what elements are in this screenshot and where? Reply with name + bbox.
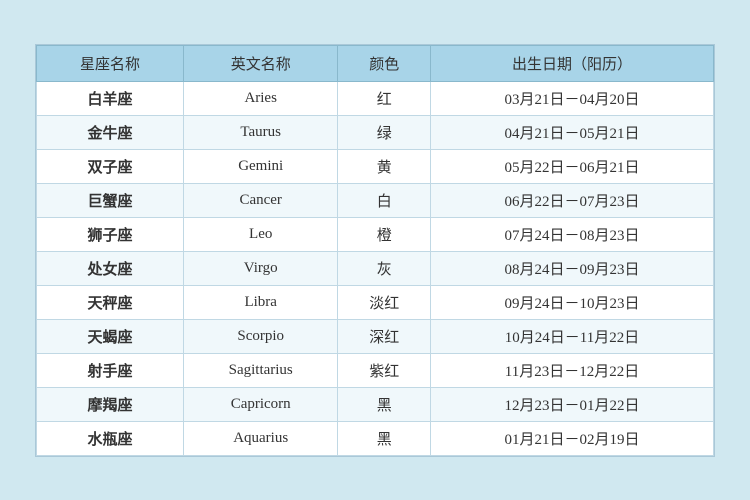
cell-color: 深红 [338, 319, 431, 353]
cell-dates: 06月22日－07月23日 [430, 183, 713, 217]
cell-english-name: Virgo [183, 251, 337, 285]
cell-color: 黑 [338, 421, 431, 455]
cell-color: 红 [338, 81, 431, 115]
cell-dates: 10月24日－11月22日 [430, 319, 713, 353]
cell-dates: 09月24日－10月23日 [430, 285, 713, 319]
cell-english-name: Cancer [183, 183, 337, 217]
table-row: 巨蟹座Cancer白06月22日－07月23日 [37, 183, 714, 217]
cell-dates: 05月22日－06月21日 [430, 149, 713, 183]
cell-color: 黑 [338, 387, 431, 421]
header-english-name: 英文名称 [183, 45, 337, 81]
table-row: 射手座Sagittarius紫红11月23日－12月22日 [37, 353, 714, 387]
cell-english-name: Sagittarius [183, 353, 337, 387]
cell-english-name: Leo [183, 217, 337, 251]
cell-chinese-name: 天秤座 [37, 285, 184, 319]
cell-color: 灰 [338, 251, 431, 285]
cell-color: 紫红 [338, 353, 431, 387]
cell-chinese-name: 狮子座 [37, 217, 184, 251]
cell-english-name: Aquarius [183, 421, 337, 455]
cell-chinese-name: 射手座 [37, 353, 184, 387]
cell-color: 黄 [338, 149, 431, 183]
cell-english-name: Libra [183, 285, 337, 319]
cell-chinese-name: 水瓶座 [37, 421, 184, 455]
cell-dates: 08月24日－09月23日 [430, 251, 713, 285]
zodiac-table: 星座名称 英文名称 颜色 出生日期（阳历） 白羊座Aries红03月21日－04… [36, 45, 714, 456]
table-row: 摩羯座Capricorn黑12月23日－01月22日 [37, 387, 714, 421]
cell-dates: 12月23日－01月22日 [430, 387, 713, 421]
cell-chinese-name: 白羊座 [37, 81, 184, 115]
cell-color: 白 [338, 183, 431, 217]
header-chinese-name: 星座名称 [37, 45, 184, 81]
table-row: 天蝎座Scorpio深红10月24日－11月22日 [37, 319, 714, 353]
table-row: 双子座Gemini黄05月22日－06月21日 [37, 149, 714, 183]
table-row: 水瓶座Aquarius黑01月21日－02月19日 [37, 421, 714, 455]
cell-english-name: Capricorn [183, 387, 337, 421]
cell-chinese-name: 巨蟹座 [37, 183, 184, 217]
cell-color: 橙 [338, 217, 431, 251]
header-color: 颜色 [338, 45, 431, 81]
table-header-row: 星座名称 英文名称 颜色 出生日期（阳历） [37, 45, 714, 81]
cell-chinese-name: 处女座 [37, 251, 184, 285]
cell-english-name: Gemini [183, 149, 337, 183]
cell-english-name: Taurus [183, 115, 337, 149]
cell-color: 淡红 [338, 285, 431, 319]
cell-chinese-name: 双子座 [37, 149, 184, 183]
cell-color: 绿 [338, 115, 431, 149]
cell-chinese-name: 摩羯座 [37, 387, 184, 421]
zodiac-table-container: 星座名称 英文名称 颜色 出生日期（阳历） 白羊座Aries红03月21日－04… [35, 44, 715, 457]
table-body: 白羊座Aries红03月21日－04月20日金牛座Taurus绿04月21日－0… [37, 81, 714, 455]
cell-chinese-name: 天蝎座 [37, 319, 184, 353]
table-row: 处女座Virgo灰08月24日－09月23日 [37, 251, 714, 285]
header-dates: 出生日期（阳历） [430, 45, 713, 81]
cell-dates: 01月21日－02月19日 [430, 421, 713, 455]
cell-dates: 07月24日－08月23日 [430, 217, 713, 251]
cell-chinese-name: 金牛座 [37, 115, 184, 149]
table-row: 天秤座Libra淡红09月24日－10月23日 [37, 285, 714, 319]
cell-english-name: Scorpio [183, 319, 337, 353]
cell-dates: 03月21日－04月20日 [430, 81, 713, 115]
table-row: 金牛座Taurus绿04月21日－05月21日 [37, 115, 714, 149]
cell-dates: 11月23日－12月22日 [430, 353, 713, 387]
cell-english-name: Aries [183, 81, 337, 115]
table-row: 狮子座Leo橙07月24日－08月23日 [37, 217, 714, 251]
cell-dates: 04月21日－05月21日 [430, 115, 713, 149]
table-row: 白羊座Aries红03月21日－04月20日 [37, 81, 714, 115]
